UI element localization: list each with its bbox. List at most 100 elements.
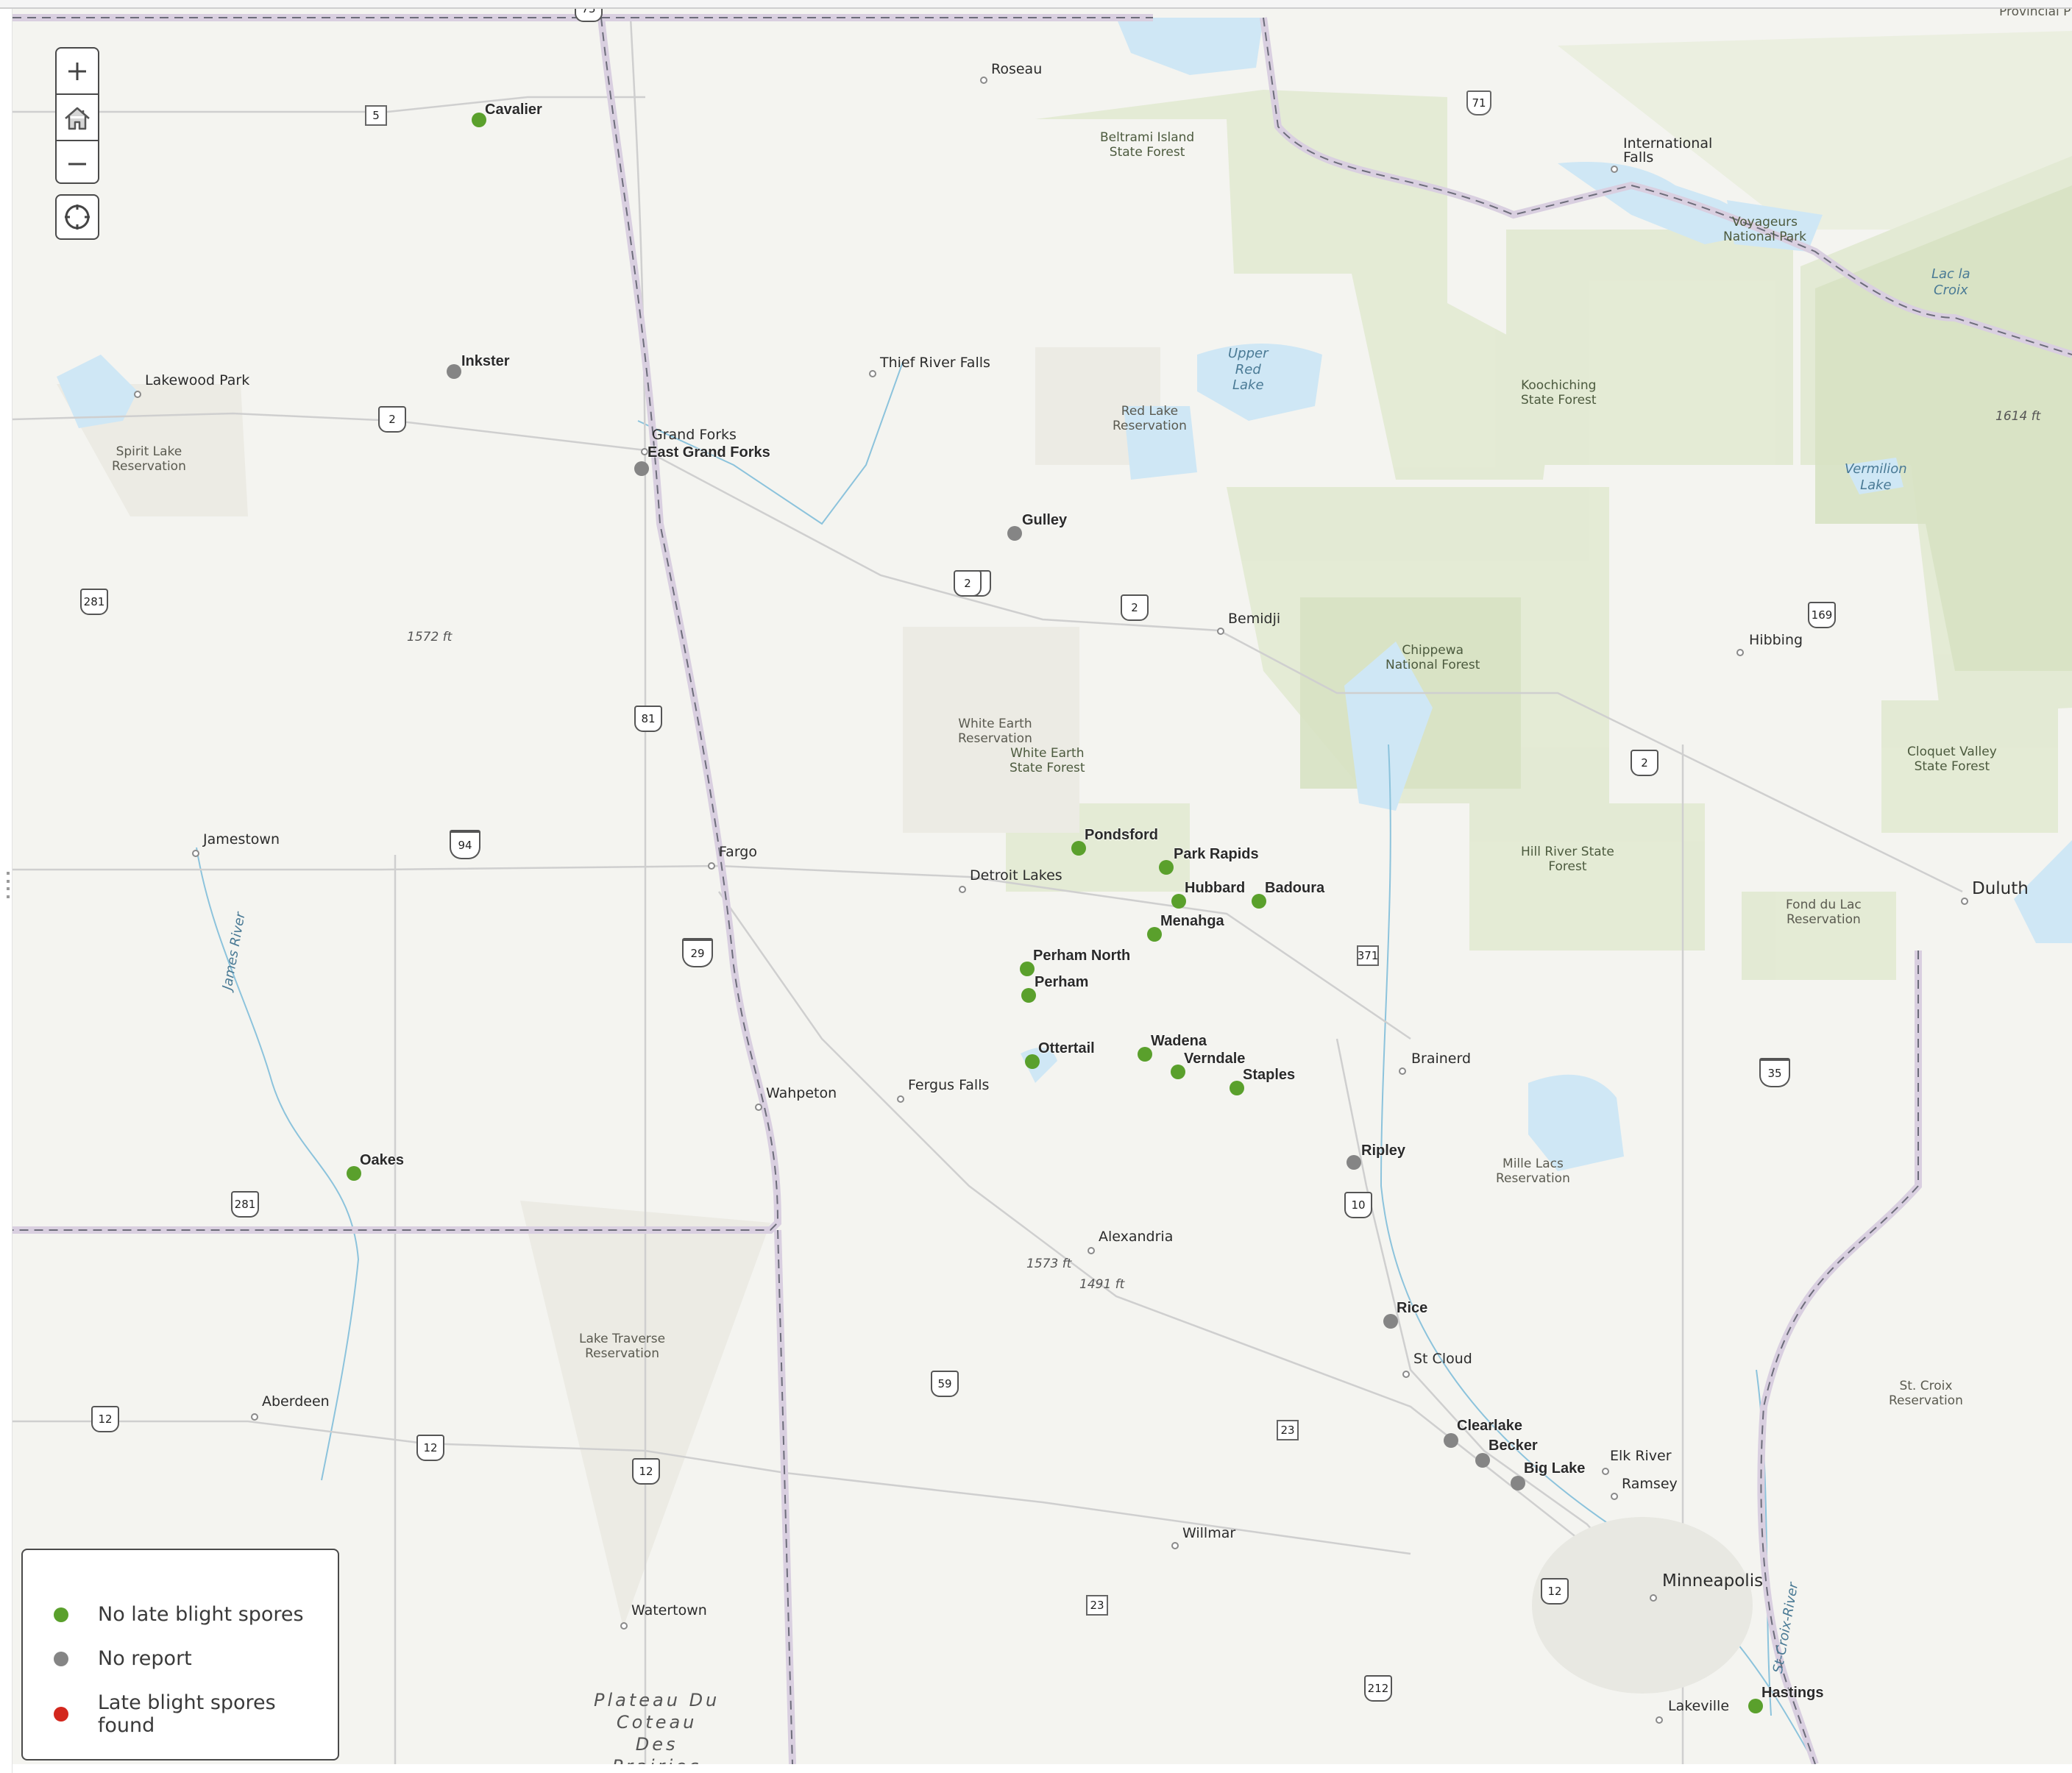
city-point-icon — [708, 862, 715, 870]
zoom-out-button[interactable] — [57, 141, 98, 182]
route-shield-icon: 169 — [1808, 602, 1836, 628]
route-shield-icon: 12 — [1541, 1578, 1569, 1605]
site-marker[interactable] — [347, 1166, 361, 1181]
city-label: Bemidji — [1228, 611, 1281, 627]
site-marker[interactable] — [1511, 1476, 1525, 1490]
map-view[interactable]: Beltrami Island State Forest Voyageurs N… — [13, 9, 2072, 1764]
site-label: Ottertail — [1038, 1040, 1095, 1056]
area-label-provincial: Provincial P — [1999, 9, 2071, 19]
site-marker[interactable] — [1020, 962, 1035, 976]
site-marker[interactable] — [1171, 1065, 1185, 1079]
city-point-icon — [251, 1413, 258, 1421]
route-shield-icon: 12 — [632, 1458, 660, 1485]
legend-item-no-spores: No late blight spores — [54, 1603, 304, 1626]
route-shield-icon: 5 — [365, 105, 387, 126]
site-marker[interactable] — [1159, 860, 1174, 875]
legend-item-no-report: No report — [54, 1647, 192, 1670]
site-marker[interactable] — [1025, 1054, 1040, 1069]
area-label-red-lake: Red Lake Reservation — [1113, 404, 1187, 434]
water-label-vermilion: Vermilion Lake — [1845, 461, 1907, 493]
elevation-label: 1572 ft — [407, 630, 453, 644]
area-label-voyageurs: Voyageurs National Park — [1723, 215, 1806, 245]
city-label: Lakeville — [1668, 1698, 1730, 1714]
city-point-icon — [1656, 1716, 1663, 1724]
site-label: Rice — [1397, 1300, 1428, 1316]
site-marker[interactable] — [1007, 526, 1022, 541]
route-shield-icon: 281 — [80, 589, 108, 615]
site-marker[interactable] — [1475, 1453, 1490, 1468]
area-label-white-earth-reservation: White Earth Reservation — [958, 717, 1032, 747]
area-label-hill-river: Hill River State Forest — [1521, 845, 1614, 875]
city-point-icon — [1961, 898, 1968, 905]
site-label: Hastings — [1761, 1685, 1824, 1701]
city-point-icon — [620, 1622, 628, 1630]
area-label-white-earth-forest: White Earth State Forest — [1010, 746, 1085, 776]
site-label: Perham North — [1033, 948, 1131, 964]
site-label: Menahga — [1160, 913, 1224, 929]
site-marker[interactable] — [1021, 988, 1036, 1003]
city-label: Duluth — [1972, 879, 2029, 898]
route-shield-icon: 81 — [634, 706, 662, 732]
city-label: Elk River — [1610, 1448, 1672, 1464]
site-marker[interactable] — [472, 113, 486, 127]
top-bar — [0, 0, 2072, 9]
city-label: Willmar — [1182, 1525, 1236, 1541]
city-label: Ramsey — [1622, 1476, 1678, 1492]
route-shield-icon: 59 — [931, 1371, 959, 1397]
site-marker[interactable] — [1383, 1314, 1398, 1329]
locate-button[interactable] — [55, 194, 99, 240]
site-marker[interactable] — [1444, 1433, 1458, 1448]
home-button[interactable] — [57, 95, 98, 141]
city-point-icon — [897, 1095, 904, 1103]
area-label-lake-traverse: Lake Traverse Reservation — [579, 1332, 666, 1362]
site-marker[interactable] — [1071, 841, 1086, 856]
route-shield-icon: 2 — [1631, 750, 1658, 776]
minus-icon — [68, 163, 86, 165]
zoom-in-button[interactable] — [57, 49, 98, 95]
site-marker[interactable] — [447, 364, 461, 379]
site-marker[interactable] — [1147, 927, 1162, 942]
panel-resize-handle[interactable] — [7, 872, 10, 898]
site-label: Gulley — [1022, 512, 1068, 528]
area-label-beltrami: Beltrami Island State Forest — [1100, 130, 1195, 160]
site-marker[interactable] — [634, 461, 649, 476]
site-marker[interactable] — [1748, 1699, 1763, 1713]
site-label: Ripley — [1361, 1143, 1406, 1159]
city-label: Lakewood Park — [145, 372, 250, 388]
city-point-icon — [1399, 1067, 1406, 1075]
route-shield-icon: 12 — [416, 1435, 444, 1461]
city-label: Aberdeen — [262, 1393, 330, 1410]
site-label: Verndale — [1184, 1051, 1246, 1067]
city-point-icon — [755, 1104, 762, 1111]
city-point-icon — [1611, 166, 1618, 173]
site-marker[interactable] — [1252, 894, 1266, 909]
site-marker[interactable] — [1230, 1081, 1244, 1095]
elevation-label: 1573 ft — [1026, 1257, 1072, 1271]
city-point-icon — [980, 77, 987, 84]
area-label-cloquet: Cloquet Valley State Forest — [1907, 745, 1997, 775]
legend-gray-dot-icon — [54, 1651, 68, 1666]
city-label: Grand Forks — [652, 427, 737, 443]
area-label-mille-lacs: Mille Lacs Reservation — [1496, 1156, 1570, 1187]
site-label: Badoura — [1265, 880, 1325, 896]
legend-red-dot-icon — [54, 1707, 68, 1722]
site-label: East Grand Forks — [648, 444, 770, 461]
city-label: St Cloud — [1413, 1351, 1472, 1367]
home-icon — [65, 107, 90, 129]
route-shield-icon: 75 — [575, 9, 603, 22]
water-label-upper-red-lake: Upper Red Lake — [1228, 346, 1269, 394]
area-label-fond-du-lac: Fond du Lac Reservation — [1786, 898, 1862, 928]
city-point-icon — [1650, 1594, 1657, 1602]
city-point-icon — [1602, 1468, 1609, 1475]
site-label: Hubbard — [1185, 880, 1246, 896]
site-marker[interactable] — [1138, 1047, 1152, 1062]
site-label: Pondsford — [1085, 827, 1158, 843]
route-shield-icon: 29 — [682, 938, 713, 967]
route-shield-icon: 35 — [1759, 1058, 1790, 1087]
site-marker[interactable] — [1171, 894, 1186, 909]
site-marker[interactable] — [1347, 1155, 1361, 1170]
city-point-icon — [1402, 1371, 1410, 1378]
city-point-icon — [1217, 628, 1224, 635]
city-label: Minneapolis — [1662, 1571, 1764, 1591]
site-label: Cavalier — [485, 102, 542, 118]
